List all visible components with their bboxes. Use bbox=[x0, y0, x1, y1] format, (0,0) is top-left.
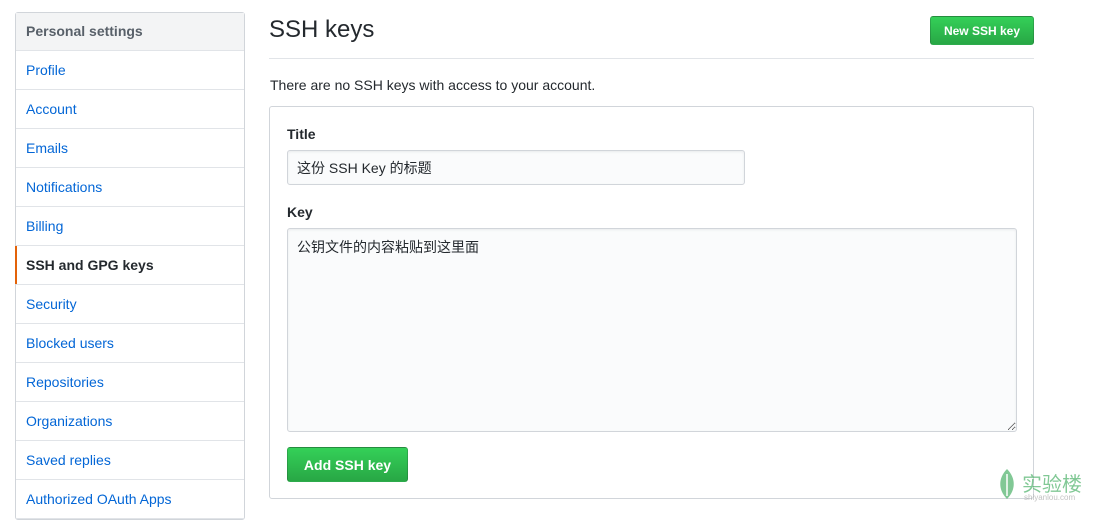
settings-sidebar: Personal settings Profile Account Emails… bbox=[15, 12, 245, 520]
sidebar-item-profile[interactable]: Profile bbox=[16, 51, 244, 90]
watermark-subtext: shiyanlou.com bbox=[1024, 493, 1076, 502]
new-ssh-key-button[interactable]: New SSH key bbox=[930, 16, 1034, 45]
sidebar-item-blocked-users[interactable]: Blocked users bbox=[16, 324, 244, 363]
no-keys-message: There are no SSH keys with access to you… bbox=[270, 77, 596, 93]
title-label: Title bbox=[287, 126, 316, 142]
sidebar-item-emails[interactable]: Emails bbox=[16, 129, 244, 168]
watermark: 实验楼 shiyanlou.com bbox=[996, 466, 1106, 506]
key-textarea[interactable]: 公钥文件的内容粘贴到这里面 bbox=[287, 228, 1017, 432]
page-title: SSH keys bbox=[269, 16, 375, 43]
title-divider bbox=[269, 58, 1034, 59]
key-label: Key bbox=[287, 204, 313, 220]
add-ssh-key-form: Title Key 公钥文件的内容粘贴到这里面 Add SSH key bbox=[269, 106, 1034, 499]
sidebar-item-repositories[interactable]: Repositories bbox=[16, 363, 244, 402]
sidebar-item-saved-replies[interactable]: Saved replies bbox=[16, 441, 244, 480]
sidebar-item-notifications[interactable]: Notifications bbox=[16, 168, 244, 207]
sidebar-item-security[interactable]: Security bbox=[16, 285, 244, 324]
sidebar-header: Personal settings bbox=[16, 13, 244, 51]
title-input[interactable] bbox=[287, 150, 745, 185]
sidebar-item-authorized-oauth-apps[interactable]: Authorized OAuth Apps bbox=[16, 480, 244, 519]
sidebar-item-organizations[interactable]: Organizations bbox=[16, 402, 244, 441]
sidebar-item-account[interactable]: Account bbox=[16, 90, 244, 129]
sidebar-item-ssh-gpg-keys[interactable]: SSH and GPG keys bbox=[15, 246, 244, 285]
add-ssh-key-button[interactable]: Add SSH key bbox=[287, 447, 408, 482]
leaf-logo-icon bbox=[1000, 469, 1014, 499]
sidebar-item-billing[interactable]: Billing bbox=[16, 207, 244, 246]
